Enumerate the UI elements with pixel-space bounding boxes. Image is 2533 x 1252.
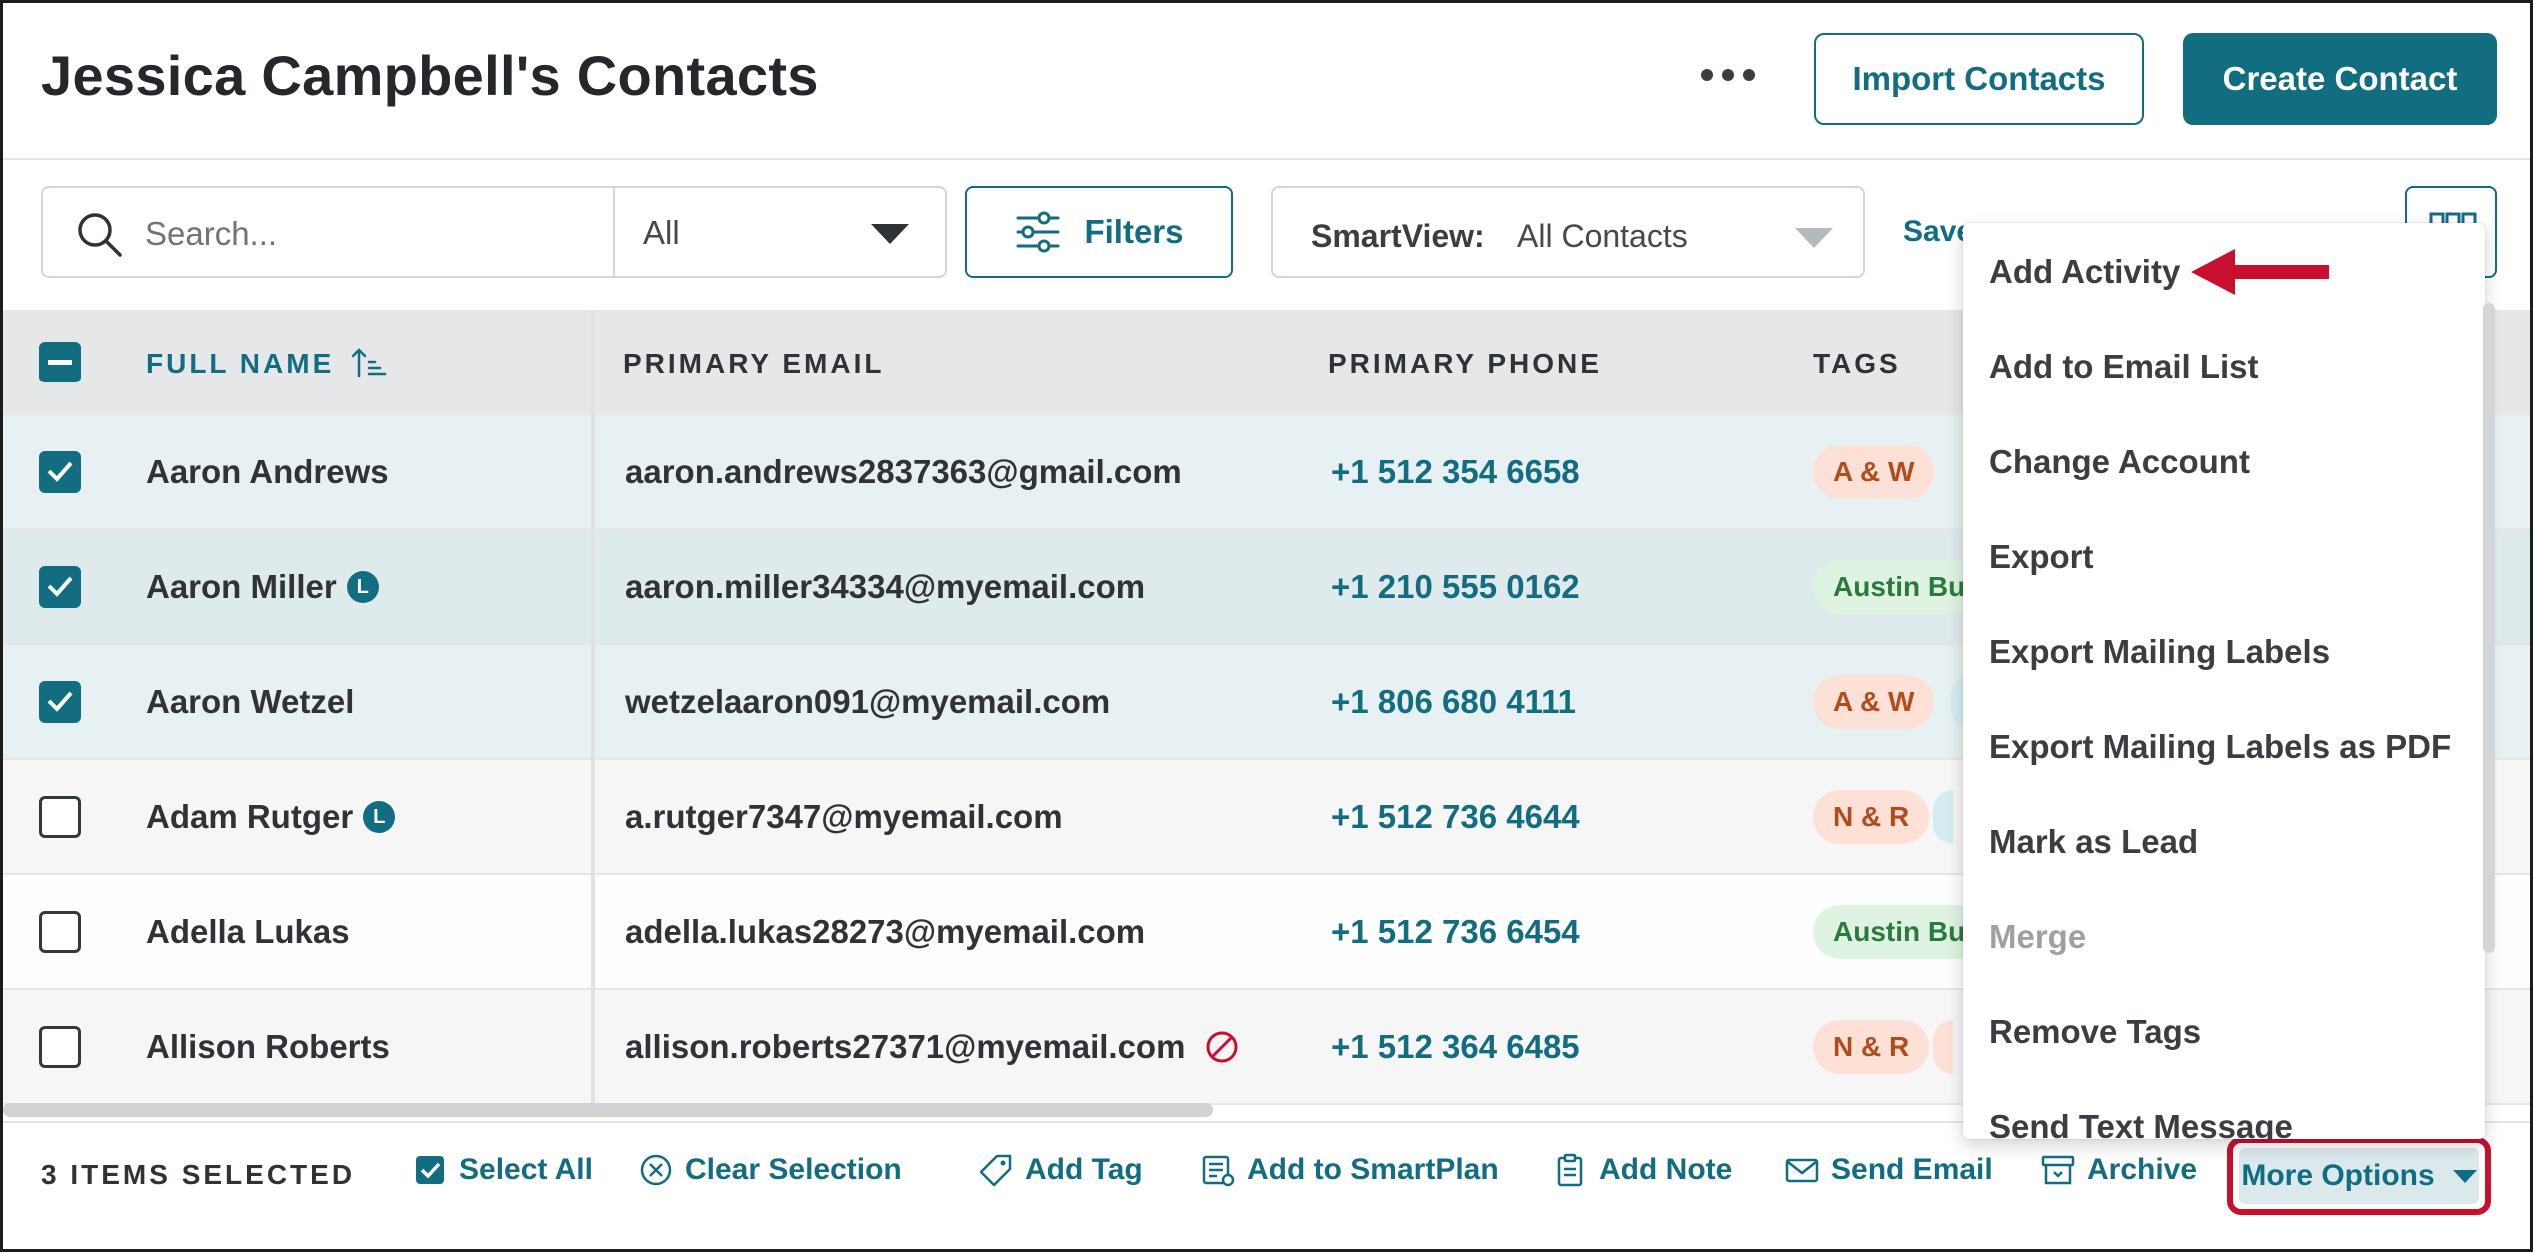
contact-name[interactable]: Aaron Miller L xyxy=(146,568,379,606)
create-contact-button[interactable]: Create Contact xyxy=(2183,33,2497,125)
smartview-label: SmartView: xyxy=(1311,218,1485,254)
tag-badge-partial xyxy=(1933,1020,1953,1074)
select-all-button[interactable]: Select All xyxy=(413,1153,593,1187)
smartview-value: All Contacts xyxy=(1517,218,1688,254)
column-header-primary-email[interactable]: PRIMARY EMAIL xyxy=(623,348,884,380)
menu-item-mark-as-lead[interactable]: Mark as Lead xyxy=(1989,823,2198,861)
add-note-button[interactable]: Add Note xyxy=(1553,1153,1732,1187)
search-scope-select[interactable]: All xyxy=(613,188,949,276)
contact-phone[interactable]: +1 210 555 0162 xyxy=(1331,568,1580,606)
checkbox-checked-icon xyxy=(416,1156,444,1184)
search-box: All xyxy=(41,186,947,278)
sort-ascending-icon[interactable] xyxy=(351,346,387,380)
column-header-primary-phone[interactable]: PRIMARY PHONE xyxy=(1328,348,1602,380)
import-contacts-button[interactable]: Import Contacts xyxy=(1814,33,2144,125)
chevron-down-icon xyxy=(1795,228,1833,248)
clear-selection-button[interactable]: Clear Selection xyxy=(639,1153,902,1187)
menu-item-export-mailing-labels-pdf[interactable]: Export Mailing Labels as PDF xyxy=(1989,728,2451,766)
envelope-icon xyxy=(1785,1158,1819,1183)
search-scope-value: All xyxy=(643,214,680,251)
contact-phone[interactable]: +1 806 680 4111 xyxy=(1331,683,1576,721)
lead-badge: L xyxy=(363,801,396,833)
sliders-icon xyxy=(1016,211,1060,253)
contact-phone[interactable]: +1 512 364 6485 xyxy=(1331,1028,1580,1066)
tag-badge: Austin Bu xyxy=(1813,560,1986,614)
row-checkbox[interactable] xyxy=(39,911,81,953)
row-checkbox[interactable] xyxy=(39,566,81,608)
menu-item-remove-tags[interactable]: Remove Tags xyxy=(1989,1013,2201,1051)
filters-label: Filters xyxy=(1084,213,1184,250)
archive-button[interactable]: Archive xyxy=(2041,1153,2197,1187)
search-icon xyxy=(78,213,122,257)
close-circle-icon xyxy=(640,1154,672,1186)
tag-badge: A & W xyxy=(1813,445,1935,499)
more-options-label: More Options xyxy=(2241,1159,2435,1192)
tag-badge: A & W xyxy=(1813,675,1935,729)
contact-email: adella.lukas28273@myemail.com xyxy=(625,913,1146,950)
filters-button[interactable]: Filters xyxy=(965,186,1233,278)
add-tag-button[interactable]: Add Tag xyxy=(979,1153,1143,1187)
contact-email: aaron.andrews2837363@gmail.com xyxy=(625,453,1182,490)
horizontal-scrollbar[interactable] xyxy=(3,1103,1213,1117)
search-input[interactable] xyxy=(143,206,627,262)
contact-phone[interactable]: +1 512 736 6454 xyxy=(1331,913,1580,951)
more-options-button[interactable]: More Options xyxy=(2227,1137,2491,1215)
do-not-email-icon xyxy=(1206,1031,1238,1063)
contact-name[interactable]: Allison Roberts xyxy=(146,1028,390,1066)
tag-icon xyxy=(979,1154,1012,1187)
add-to-smartplan-button[interactable]: Add to SmartPlan xyxy=(1201,1153,1499,1187)
send-email-button[interactable]: Send Email xyxy=(1785,1153,1993,1187)
contact-email: allison.roberts27371@myemail.com xyxy=(625,1028,1239,1066)
contact-phone[interactable]: +1 512 736 4644 xyxy=(1331,798,1580,836)
lead-badge: L xyxy=(346,571,379,603)
clipboard-icon xyxy=(1557,1153,1583,1187)
menu-item-change-account[interactable]: Change Account xyxy=(1989,443,2250,481)
contact-name[interactable]: Aaron Andrews xyxy=(146,453,389,491)
select-all-checkbox[interactable] xyxy=(39,342,81,384)
menu-item-export[interactable]: Export xyxy=(1989,538,2094,576)
tag-badge: N & R xyxy=(1813,1020,1930,1074)
contact-phone[interactable]: +1 512 354 6658 xyxy=(1331,453,1580,491)
page-header: Jessica Campbell's Contacts Import Conta… xyxy=(3,3,2530,160)
contact-name[interactable]: Aaron Wetzel xyxy=(146,683,354,721)
contact-email: wetzelaaron091@myemail.com xyxy=(625,683,1111,720)
smartplan-icon xyxy=(1202,1155,1235,1187)
tag-badge: Austin Bu xyxy=(1813,905,1986,959)
row-checkbox[interactable] xyxy=(39,1026,81,1068)
row-checkbox[interactable] xyxy=(39,681,81,723)
menu-item-add-activity[interactable]: Add Activity xyxy=(1989,253,2180,291)
app-window: Jessica Campbell's Contacts Import Conta… xyxy=(0,0,2533,1252)
menu-item-merge: Merge xyxy=(1989,918,2087,955)
more-actions-icon[interactable] xyxy=(1693,55,1763,95)
contact-email: a.rutger7347@myemail.com xyxy=(625,798,1063,835)
tag-badge-partial xyxy=(1933,790,1953,844)
tag-badge: N & R xyxy=(1813,790,1930,844)
column-divider xyxy=(591,310,595,1105)
column-header-tags[interactable]: TAGS xyxy=(1813,348,1901,380)
contact-email: aaron.miller34334@myemail.com xyxy=(625,568,1146,605)
column-header-full-name[interactable]: FULL NAME xyxy=(146,348,334,380)
smartview-select[interactable]: SmartView: All Contacts xyxy=(1271,186,1865,278)
items-selected-count: 3 ITEMS SELECTED xyxy=(41,1159,356,1190)
contact-name[interactable]: Adella Lukas xyxy=(146,913,350,951)
menu-item-export-mailing-labels[interactable]: Export Mailing Labels xyxy=(1989,633,2330,671)
menu-scrollbar[interactable] xyxy=(2483,303,2495,953)
menu-item-send-text-message[interactable]: Send Text Message xyxy=(1989,1108,2293,1139)
row-checkbox[interactable] xyxy=(39,796,81,838)
contact-name[interactable]: Adam Rutger L xyxy=(146,798,396,836)
row-checkbox[interactable] xyxy=(39,451,81,493)
annotation-arrow-icon xyxy=(2191,249,2329,295)
page-title: Jessica Campbell's Contacts xyxy=(41,44,819,107)
menu-item-add-to-email-list[interactable]: Add to Email List xyxy=(1989,348,2259,386)
chevron-down-icon xyxy=(2452,1169,2477,1183)
more-options-menu: Add Activity Add to Email List Change Ac… xyxy=(1963,223,2485,1139)
chevron-down-icon xyxy=(871,224,909,244)
archive-icon xyxy=(2041,1155,2075,1185)
